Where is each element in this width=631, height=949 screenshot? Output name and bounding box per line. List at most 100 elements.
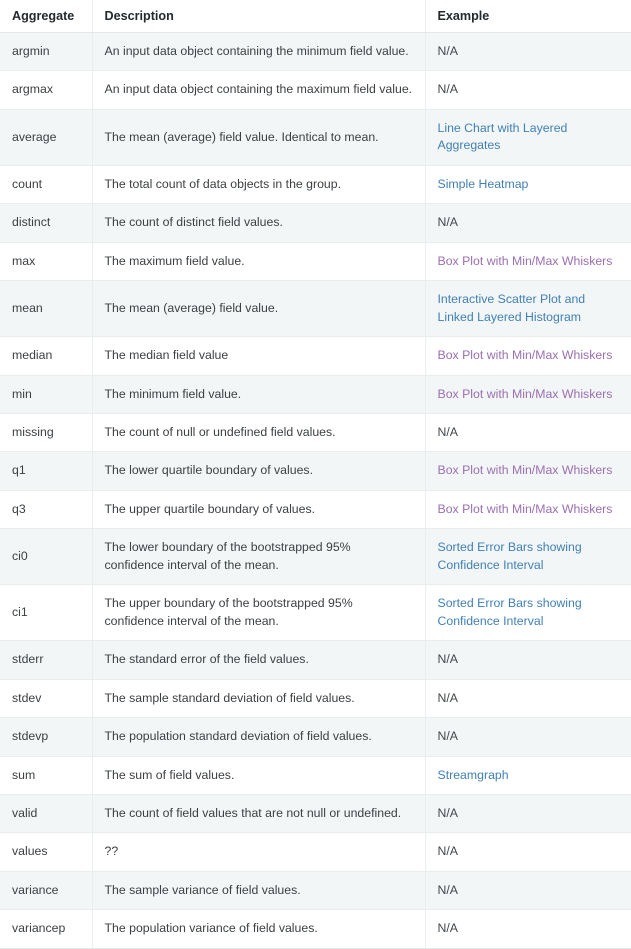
example-link[interactable]: Box Plot with Min/Max Whiskers: [438, 463, 613, 477]
example-link[interactable]: Simple Heatmap: [438, 177, 529, 191]
cell-aggregate-name: stdevp: [0, 717, 93, 757]
cell-description: The upper boundary of the bootstrapped 9…: [92, 584, 426, 642]
cell-description: The count of field values that are not n…: [92, 794, 426, 834]
example-not-available: N/A: [437, 424, 459, 439]
cell-aggregate-name: values: [0, 832, 93, 872]
column-header-aggregate: Aggregate: [0, 0, 93, 33]
cell-description: The mean (average) field value. Identica…: [92, 109, 426, 166]
cell-example: Box Plot with Min/Max Whiskers: [425, 490, 631, 530]
cell-aggregate-name: q3: [0, 490, 93, 530]
table-row: variance The sample variance of field val…: [0, 871, 631, 911]
example-not-available: N/A: [437, 690, 459, 705]
table-row: distinct The count of distinct field valu…: [0, 203, 631, 243]
cell-aggregate-name: valid: [0, 794, 93, 834]
cell-example: Streamgraph: [425, 756, 631, 795]
cell-example: Box Plot with Min/Max Whiskers: [425, 375, 631, 414]
cell-example: Box Plot with Min/Max Whiskers: [425, 336, 631, 376]
example-link[interactable]: Line Chart with Layered Aggregates: [438, 121, 568, 152]
table-row: max The maximum field value. Box Plot with…: [0, 242, 631, 282]
table-body: argmin An input data object containing th…: [0, 32, 631, 949]
column-header-example: Example: [425, 0, 631, 33]
cell-example: Line Chart with Layered Aggregates: [425, 109, 631, 166]
table-row: q1 The lower quartile boundary of values.…: [0, 451, 631, 491]
cell-aggregate-name: min: [0, 375, 93, 414]
table-row: ci0 The lower boundary of the bootstrappe…: [0, 528, 631, 586]
table-row: argmin An input data object containing th…: [0, 32, 631, 72]
cell-example: Sorted Error Bars showing Confidence Int…: [425, 528, 631, 586]
cell-aggregate-name: stdev: [0, 679, 93, 719]
example-not-available: N/A: [437, 215, 459, 230]
table-row: values?? N/A: [0, 832, 631, 872]
cell-example: N/A: [425, 32, 631, 72]
example-not-available: N/A: [437, 921, 459, 936]
table-row: count The total count of data objects in …: [0, 165, 631, 205]
table-header: Aggregate Description Example: [0, 0, 631, 33]
cell-aggregate-name: argmax: [0, 70, 93, 110]
cell-description: The mean (average) field value.: [92, 280, 426, 338]
table-row: argmax An input data object containing th…: [0, 70, 631, 110]
example-not-available: N/A: [437, 844, 459, 859]
cell-example: N/A: [425, 794, 631, 834]
cell-aggregate-name: missing: [0, 413, 93, 453]
example-not-available: N/A: [437, 805, 459, 820]
example-not-available: N/A: [437, 82, 459, 97]
table-row: q3 The upper quartile boundary of values.…: [0, 490, 631, 530]
cell-description: The total count of data objects in the g…: [92, 165, 426, 205]
example-link[interactable]: Streamgraph: [438, 768, 509, 782]
example-not-available: N/A: [437, 729, 459, 744]
cell-aggregate-name: distinct: [0, 203, 93, 243]
example-link[interactable]: Box Plot with Min/Max Whiskers: [438, 502, 613, 516]
table-row: sum The sum of field values. Streamgraph: [0, 756, 631, 795]
table-row: mean The mean (average) field value. Inter…: [0, 280, 631, 338]
table-row: ci1 The upper boundary of the bootstrappe…: [0, 584, 631, 642]
cell-example: N/A: [425, 679, 631, 719]
table-row: stderr The standard error of the field va…: [0, 640, 631, 680]
cell-aggregate-name: q1: [0, 451, 93, 491]
cell-example: Interactive Scatter Plot and Linked Laye…: [425, 280, 631, 338]
cell-description: The minimum field value.: [92, 375, 426, 414]
cell-example: Box Plot with Min/Max Whiskers: [425, 242, 631, 282]
cell-description: The maximum field value.: [92, 242, 426, 282]
aggregate-reference-table: Aggregate Description Example argmin An i…: [0, 0, 631, 949]
table-header-row: Aggregate Description Example: [0, 0, 631, 33]
cell-aggregate-name: max: [0, 242, 93, 282]
cell-description: The population standard deviation of fie…: [92, 717, 426, 757]
table-row: min The minimum field value. Box Plot with…: [0, 375, 631, 414]
cell-example: Box Plot with Min/Max Whiskers: [425, 451, 631, 491]
cell-description: An input data object containing the maxi…: [92, 70, 426, 110]
example-not-available: N/A: [437, 652, 459, 667]
table-row: valid The count of field values that are …: [0, 794, 631, 834]
example-link[interactable]: Interactive Scatter Plot and Linked Laye…: [438, 292, 586, 323]
cell-aggregate-name: variance: [0, 871, 93, 911]
cell-aggregate-name: average: [0, 109, 93, 166]
table-row: stdevp The population standard deviation …: [0, 717, 631, 757]
cell-example: N/A: [425, 871, 631, 911]
table-row: stdev The sample standard deviation of fi…: [0, 679, 631, 719]
cell-description: The median field value: [92, 336, 426, 376]
table-row: median The median field value Box Plot wit…: [0, 336, 631, 376]
table-row: average The mean (average) field value. I…: [0, 109, 631, 166]
cell-example: Sorted Error Bars showing Confidence Int…: [425, 584, 631, 642]
example-link[interactable]: Sorted Error Bars showing Confidence Int…: [438, 540, 582, 571]
cell-aggregate-name: stderr: [0, 640, 93, 680]
example-link[interactable]: Box Plot with Min/Max Whiskers: [438, 254, 613, 268]
example-not-available: N/A: [437, 44, 459, 58]
cell-aggregate-name: mean: [0, 280, 93, 338]
cell-description: The standard error of the field values.: [92, 640, 426, 680]
cell-example: N/A: [425, 203, 631, 243]
cell-aggregate-name: count: [0, 165, 93, 205]
example-link[interactable]: Box Plot with Min/Max Whiskers: [438, 387, 613, 401]
cell-aggregate-name: sum: [0, 756, 93, 795]
cell-example: N/A: [425, 640, 631, 680]
cell-example: N/A: [425, 717, 631, 757]
cell-aggregate-name: ci1: [0, 584, 93, 642]
example-link[interactable]: Sorted Error Bars showing Confidence Int…: [438, 596, 582, 627]
cell-example: N/A: [425, 70, 631, 110]
cell-description: An input data object containing the mini…: [92, 32, 426, 72]
cell-description: The count of null or undefined field val…: [92, 413, 426, 453]
cell-aggregate-name: ci0: [0, 528, 93, 586]
cell-aggregate-name: argmin: [0, 32, 93, 72]
cell-description: The sample variance of field values.: [92, 871, 426, 911]
cell-example: N/A: [425, 413, 631, 453]
example-link[interactable]: Box Plot with Min/Max Whiskers: [438, 348, 613, 362]
